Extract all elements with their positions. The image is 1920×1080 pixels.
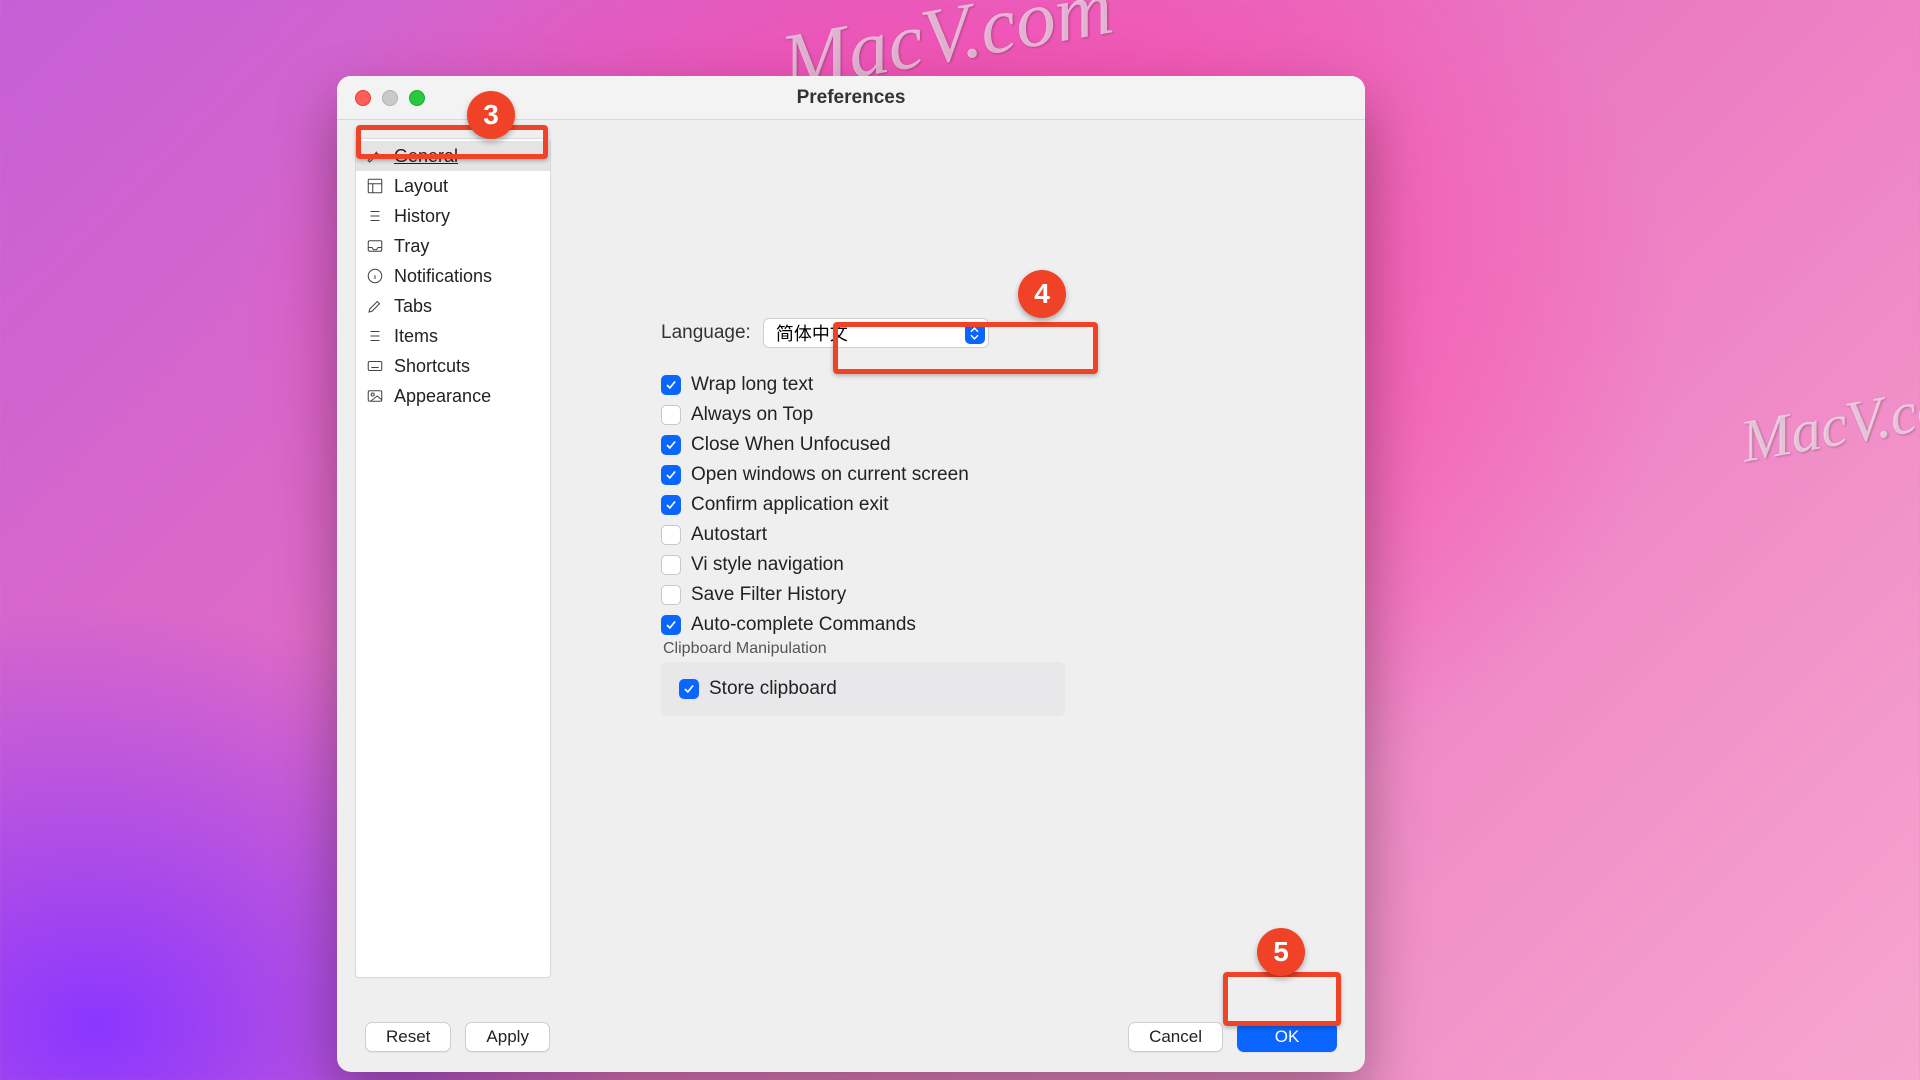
tray-icon bbox=[366, 237, 384, 255]
sidebar-item-label: Tray bbox=[394, 236, 429, 257]
watermark-text: MacV.co bbox=[1736, 373, 1920, 477]
language-label: Language: bbox=[661, 322, 751, 344]
checkbox[interactable] bbox=[661, 555, 681, 575]
checkbox-label: Save Filter History bbox=[691, 584, 846, 606]
checkbox-row: Open windows on current screen bbox=[661, 464, 1347, 486]
sidebar-item-label: Tabs bbox=[394, 296, 432, 317]
checkbox-row: Autostart bbox=[661, 524, 1347, 546]
sidebar-item-items[interactable]: Items bbox=[356, 321, 550, 351]
checkbox-row: Auto-complete Commands bbox=[661, 614, 1347, 636]
checkbox-label: Always on Top bbox=[691, 404, 813, 426]
checkbox-label: Confirm application exit bbox=[691, 494, 888, 516]
checkbox-label: Wrap long text bbox=[691, 374, 813, 396]
info-icon bbox=[366, 267, 384, 285]
sidebar-item-appearance[interactable]: Appearance bbox=[356, 381, 550, 411]
checkbox[interactable] bbox=[661, 525, 681, 545]
sidebar-item-tabs[interactable]: Tabs bbox=[356, 291, 550, 321]
sidebar-item-label: Appearance bbox=[394, 386, 491, 407]
checkbox-row: Store clipboard bbox=[679, 678, 1047, 700]
checkbox[interactable] bbox=[661, 375, 681, 395]
checkbox-label: Vi style navigation bbox=[691, 554, 844, 576]
checkbox[interactable] bbox=[661, 495, 681, 515]
checkbox[interactable] bbox=[661, 465, 681, 485]
checkbox-list: Wrap long text Always on Top Close When Un… bbox=[661, 374, 1347, 636]
content-area: General Layout History Tray bbox=[337, 120, 1365, 1002]
sidebar-item-tray[interactable]: Tray bbox=[356, 231, 550, 261]
sidebar-item-shortcuts[interactable]: Shortcuts bbox=[356, 351, 550, 381]
sidebar-item-label: History bbox=[394, 206, 450, 227]
sidebar-item-label: Items bbox=[394, 326, 438, 347]
preferences-window: Preferences General Layout History bbox=[337, 76, 1365, 1072]
checkbox-row: Close When Unfocused bbox=[661, 434, 1347, 456]
reset-button[interactable]: Reset bbox=[365, 1022, 451, 1052]
checkbox-row: Vi style navigation bbox=[661, 554, 1347, 576]
layout-icon bbox=[366, 177, 384, 195]
pen-icon bbox=[366, 297, 384, 315]
sidebar-item-label: Layout bbox=[394, 176, 448, 197]
callout-marker-4: 4 bbox=[1018, 270, 1066, 318]
clipboard-group-label: Clipboard Manipulation bbox=[663, 640, 1347, 658]
checkbox-label: Open windows on current screen bbox=[691, 464, 969, 486]
callout-marker-3: 3 bbox=[467, 91, 515, 139]
clipboard-group: Store clipboard bbox=[661, 662, 1065, 716]
sidebar-item-notifications[interactable]: Notifications bbox=[356, 261, 550, 291]
sidebar-item-history[interactable]: History bbox=[356, 201, 550, 231]
sidebar-item-label: Notifications bbox=[394, 266, 492, 287]
wrench-icon bbox=[366, 147, 384, 165]
sidebar-item-layout[interactable]: Layout bbox=[356, 171, 550, 201]
checkbox-label: Close When Unfocused bbox=[691, 434, 891, 456]
keyboard-icon bbox=[366, 357, 384, 375]
language-row: Language: 简体中文 bbox=[661, 318, 1347, 348]
general-panel: Language: 简体中文 Wrap long text Always on T… bbox=[551, 138, 1347, 1002]
apply-button[interactable]: Apply bbox=[465, 1022, 550, 1052]
ok-button[interactable]: OK bbox=[1237, 1022, 1337, 1052]
chevron-updown-icon bbox=[965, 322, 985, 344]
checkbox-label: Store clipboard bbox=[709, 678, 837, 700]
sidebar-item-label: Shortcuts bbox=[394, 356, 470, 377]
callout-marker-5: 5 bbox=[1257, 928, 1305, 976]
cancel-button[interactable]: Cancel bbox=[1128, 1022, 1223, 1052]
checkbox[interactable] bbox=[661, 435, 681, 455]
sidebar-item-general[interactable]: General bbox=[356, 141, 550, 171]
checkbox-row: Always on Top bbox=[661, 404, 1347, 426]
sidebar: General Layout History Tray bbox=[355, 138, 551, 978]
checkbox-label: Autostart bbox=[691, 524, 767, 546]
store-clipboard-checkbox[interactable] bbox=[679, 679, 699, 699]
checkbox-label: Auto-complete Commands bbox=[691, 614, 916, 636]
checkbox[interactable] bbox=[661, 585, 681, 605]
checkbox[interactable] bbox=[661, 615, 681, 635]
checkbox-row: Save Filter History bbox=[661, 584, 1347, 606]
language-select[interactable]: 简体中文 bbox=[763, 318, 989, 348]
list-icon bbox=[366, 207, 384, 225]
sidebar-item-label: General bbox=[394, 146, 458, 167]
checkbox-row: Wrap long text bbox=[661, 374, 1347, 396]
checkbox[interactable] bbox=[661, 405, 681, 425]
checkbox-row: Confirm application exit bbox=[661, 494, 1347, 516]
image-icon bbox=[366, 387, 384, 405]
language-value: 简体中文 bbox=[776, 320, 848, 346]
list-icon bbox=[366, 327, 384, 345]
footer: Reset Apply Cancel OK bbox=[337, 1002, 1365, 1072]
